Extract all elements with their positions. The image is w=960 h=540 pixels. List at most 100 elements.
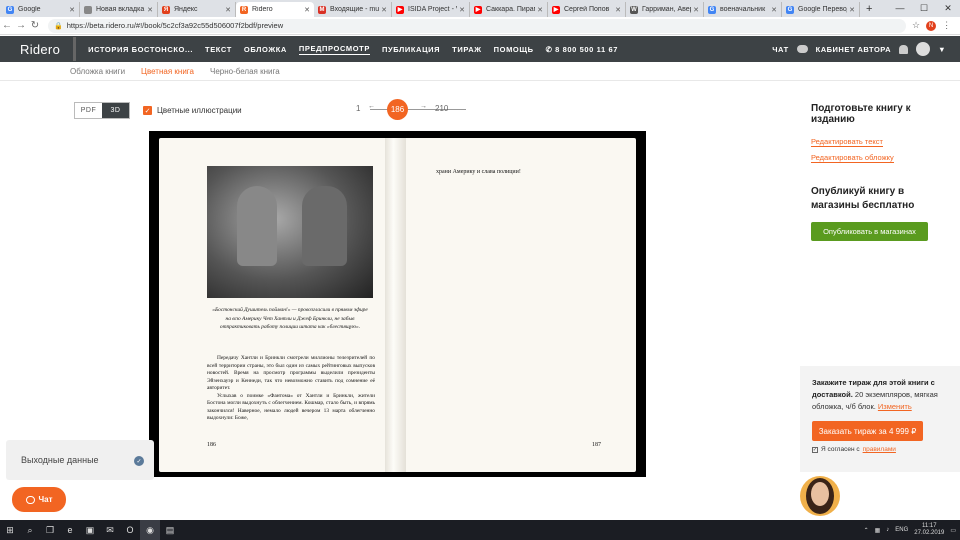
- browser-tab[interactable]: G Google ✕: [2, 2, 80, 17]
- tab-close-icon[interactable]: ✕: [225, 6, 231, 14]
- menu-item[interactable]: ОБЛОЖКА: [244, 45, 287, 54]
- edge-icon[interactable]: e: [60, 520, 80, 540]
- network-icon[interactable]: ▦: [875, 527, 881, 534]
- browser-tab[interactable]: ▶ Сергей Попов ✕: [548, 2, 626, 17]
- menu-item[interactable]: ПУБЛИКАЦИЯ: [382, 45, 440, 54]
- checkbox-checked-icon[interactable]: ✓: [812, 446, 818, 453]
- tab-close-icon[interactable]: ✕: [771, 6, 777, 14]
- system-tray: ⌃ ▦ ♪ ENG 11:17 27.02.2019 ▭: [864, 520, 956, 540]
- ridero-logo[interactable]: Ridero: [0, 42, 73, 57]
- browser-tab[interactable]: M Входящие - mu ✕: [314, 2, 392, 17]
- chrome-icon[interactable]: ◉: [140, 520, 160, 540]
- menu-item[interactable]: ТИРАЖ: [452, 45, 482, 54]
- new-tab-icon[interactable]: +: [860, 2, 878, 17]
- bookmark-star-icon[interactable]: ☆: [912, 20, 920, 31]
- menu-item[interactable]: ✆ 8 800 500 11 67: [546, 45, 618, 54]
- subnav-item[interactable]: Обложка книги: [70, 67, 125, 76]
- browser-tab[interactable]: Новая вкладка ✕: [80, 2, 158, 17]
- prev-page-icon[interactable]: ←: [368, 103, 375, 110]
- maximize-icon[interactable]: ☐: [912, 0, 936, 17]
- task-view-icon[interactable]: ❐: [40, 520, 60, 540]
- explorer-icon[interactable]: ▤: [160, 520, 180, 540]
- mail-icon[interactable]: ✉: [100, 520, 120, 540]
- tab-close-icon[interactable]: ✕: [693, 6, 699, 14]
- notifications-icon[interactable]: ▭: [950, 527, 956, 534]
- menu-item[interactable]: ПОМОЩЬ: [494, 45, 534, 54]
- volume-icon[interactable]: ♪: [886, 527, 889, 533]
- tab-close-icon[interactable]: ✕: [459, 6, 465, 14]
- book-spine: [385, 138, 406, 472]
- search-icon[interactable]: ⌕: [20, 520, 40, 540]
- current-page-handle[interactable]: 186: [387, 99, 408, 120]
- photo-figure-right: [302, 186, 347, 266]
- chat-link[interactable]: ЧАТ: [772, 45, 788, 54]
- browser-tab[interactable]: ▶ Саккара. Пирам ✕: [470, 2, 548, 17]
- order-print-button[interactable]: Заказать тираж за 4 999 ₽: [812, 421, 923, 441]
- page-last[interactable]: 210: [435, 104, 448, 113]
- menu-item[interactable]: ТЕКСТ: [205, 45, 232, 54]
- language-indicator[interactable]: ENG: [895, 527, 908, 533]
- tab-label: Новая вкладка: [96, 6, 145, 13]
- browser-tab[interactable]: Я Яндекс ✕: [158, 2, 236, 17]
- edit-text-link[interactable]: Редактировать текст: [811, 137, 883, 147]
- tab-close-icon[interactable]: ✕: [849, 6, 855, 14]
- color-illustrations-option[interactable]: ✓ Цветные иллюстрации: [143, 106, 242, 115]
- pdf-toggle-button[interactable]: PDF: [75, 103, 102, 118]
- clock[interactable]: 11:17 27.02.2019: [914, 523, 944, 537]
- tab-close-icon[interactable]: ✕: [147, 6, 153, 14]
- close-icon[interactable]: ✕: [936, 0, 960, 17]
- tab-favicon-icon: G: [786, 5, 794, 14]
- tab-favicon-icon: G: [708, 5, 716, 14]
- profile-avatar[interactable]: N: [926, 20, 937, 31]
- tab-close-icon[interactable]: ✕: [615, 6, 621, 14]
- tab-close-icon[interactable]: ✕: [537, 6, 543, 14]
- chevron-down-icon[interactable]: ▼: [938, 45, 946, 54]
- change-link[interactable]: Изменить: [878, 402, 912, 411]
- browser-tab[interactable]: G Google Перевод ✕: [782, 2, 860, 17]
- agree-rules[interactable]: ✓ Я согласен с правилами: [812, 446, 948, 453]
- browser-tab[interactable]: W Гарриман, Авер ✕: [626, 2, 704, 17]
- tab-label: Яндекс: [174, 6, 198, 13]
- book-type-subnav: Обложка книги Цветная книга Черно-белая кн…: [70, 67, 280, 76]
- tab-close-icon[interactable]: ✕: [304, 6, 310, 14]
- app-icon[interactable]: ▣: [80, 520, 100, 540]
- browser-tab[interactable]: R Ridero ✕: [236, 2, 314, 17]
- next-page-icon[interactable]: →: [420, 103, 427, 110]
- subnav-item[interactable]: Цветная книга: [141, 67, 194, 76]
- tab-favicon-icon: ▶: [396, 5, 404, 14]
- page-slider-track[interactable]: [370, 109, 466, 110]
- tab-label: Саккара. Пирам: [486, 6, 536, 13]
- tab-close-icon[interactable]: ✕: [381, 6, 387, 14]
- chat-icon[interactable]: [796, 45, 808, 53]
- browser-menu-icon[interactable]: ⋮: [942, 20, 951, 31]
- cabinet-link[interactable]: КАБИНЕТ АВТОРА: [816, 45, 891, 54]
- tab-close-icon[interactable]: ✕: [69, 6, 75, 14]
- page-first[interactable]: 1: [356, 104, 360, 113]
- chat-button[interactable]: Чат: [12, 487, 66, 512]
- rules-link[interactable]: правилами: [863, 446, 896, 453]
- back-icon[interactable]: ←: [0, 20, 14, 31]
- minimize-icon[interactable]: —: [888, 0, 912, 17]
- reload-icon[interactable]: ↻: [28, 20, 42, 31]
- checkbox-checked-icon[interactable]: ✓: [143, 106, 152, 115]
- browser-tab[interactable]: Gвоеначальник ✕: [704, 2, 782, 17]
- menu-item[interactable]: ИСТОРИЯ БОСТОНСКО...: [88, 45, 193, 54]
- bell-icon[interactable]: [899, 44, 909, 54]
- subnav-item[interactable]: Черно-белая книга: [210, 67, 280, 76]
- tray-up-icon[interactable]: ⌃: [864, 527, 869, 534]
- 3d-toggle-button[interactable]: 3D: [102, 103, 129, 118]
- url-input[interactable]: 🔒 https://beta.ridero.ru/#!/book/5c2cf3a…: [48, 18, 906, 33]
- output-data-panel[interactable]: Выходные данные ✓: [6, 440, 154, 480]
- windows-start-icon[interactable]: ⊞: [0, 520, 20, 540]
- opera-icon[interactable]: O: [120, 520, 140, 540]
- edit-cover-link[interactable]: Редактировать обложку: [811, 153, 894, 163]
- menu-item[interactable]: ПРЕДПРОСМОТР: [298, 44, 370, 55]
- paragraph: Передачу Хантли и Бринкли смотрели милли…: [207, 355, 375, 391]
- forward-icon[interactable]: →: [14, 20, 28, 31]
- publish-button[interactable]: Опубликовать в магазинах: [811, 222, 928, 241]
- browser-tab[interactable]: ▶ ISIDA Project - V ✕: [392, 2, 470, 17]
- clock-time: 11:17: [922, 523, 937, 529]
- support-avatar[interactable]: [800, 476, 840, 516]
- right-page: храни Америку и слава полиции! 187: [406, 138, 636, 472]
- user-avatar[interactable]: [916, 42, 931, 56]
